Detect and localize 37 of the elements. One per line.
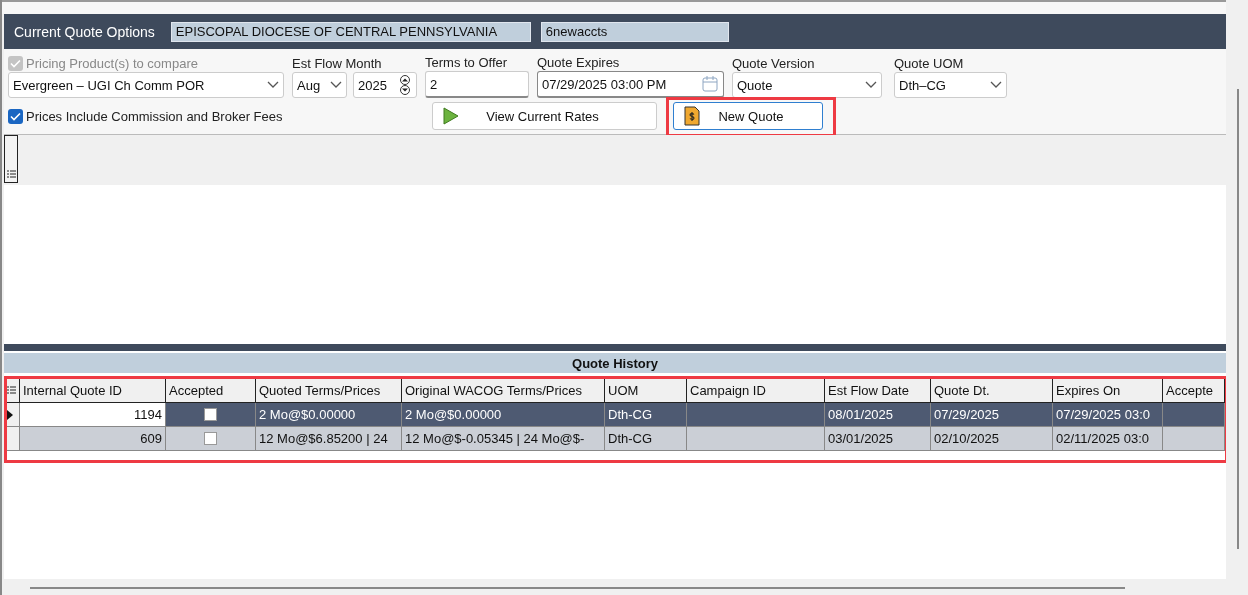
- uom-label: Quote UOM: [894, 56, 965, 71]
- accepted-checkbox[interactable]: [204, 432, 217, 445]
- year-spinner[interactable]: 2025: [353, 72, 417, 98]
- terms-field[interactable]: 2: [425, 71, 529, 98]
- expires-field[interactable]: 07/29/2025 03:00 PM: [537, 71, 724, 98]
- current-row-icon: [7, 409, 13, 420]
- list-icon: [7, 386, 16, 395]
- list-icon: [6, 170, 16, 179]
- history-title: Quote History: [4, 353, 1226, 373]
- calendar-icon: [701, 75, 719, 93]
- grid-handle[interactable]: [4, 135, 18, 183]
- pricing-label: Pricing Product(s) to compare: [26, 56, 198, 71]
- version-label: Quote Version: [732, 56, 816, 71]
- version-dropdown[interactable]: Quote: [732, 72, 882, 98]
- header-title: Current Quote Options: [14, 23, 155, 40]
- commission-label: Prices Include Commission and Broker Fees: [26, 108, 283, 124]
- commission-checkbox[interactable]: [8, 108, 23, 124]
- expires-label: Quote Expires: [537, 55, 621, 70]
- chevron-down-icon: [330, 81, 342, 89]
- chevron-down-icon: [865, 81, 877, 89]
- dollar-document-icon: [684, 106, 700, 126]
- flow-month-label: Est Flow Month: [292, 56, 383, 71]
- account-field[interactable]: 6newaccts: [540, 21, 729, 42]
- action-button[interactable]: New Quote: [673, 102, 823, 130]
- month-dropdown[interactable]: Aug: [292, 72, 347, 98]
- table-cell: 1194: [20, 403, 166, 427]
- action-button[interactable]: View Current Rates: [432, 102, 657, 130]
- chevron-down-icon: [990, 81, 1002, 89]
- uom-dropdown[interactable]: Dth–CG: [894, 72, 1007, 98]
- customer-field[interactable]: EPISCOPAL DIOCESE OF CENTRAL PENNSYLVANIA: [170, 21, 531, 42]
- play-icon: [443, 107, 459, 125]
- chevron-down-icon: [267, 81, 279, 89]
- spin-arrows-icon: [398, 75, 412, 95]
- terms-label: Terms to Offer: [425, 55, 509, 70]
- check-icon: [10, 59, 21, 68]
- accepted-checkbox[interactable]: [204, 408, 217, 421]
- check-icon: [10, 111, 21, 121]
